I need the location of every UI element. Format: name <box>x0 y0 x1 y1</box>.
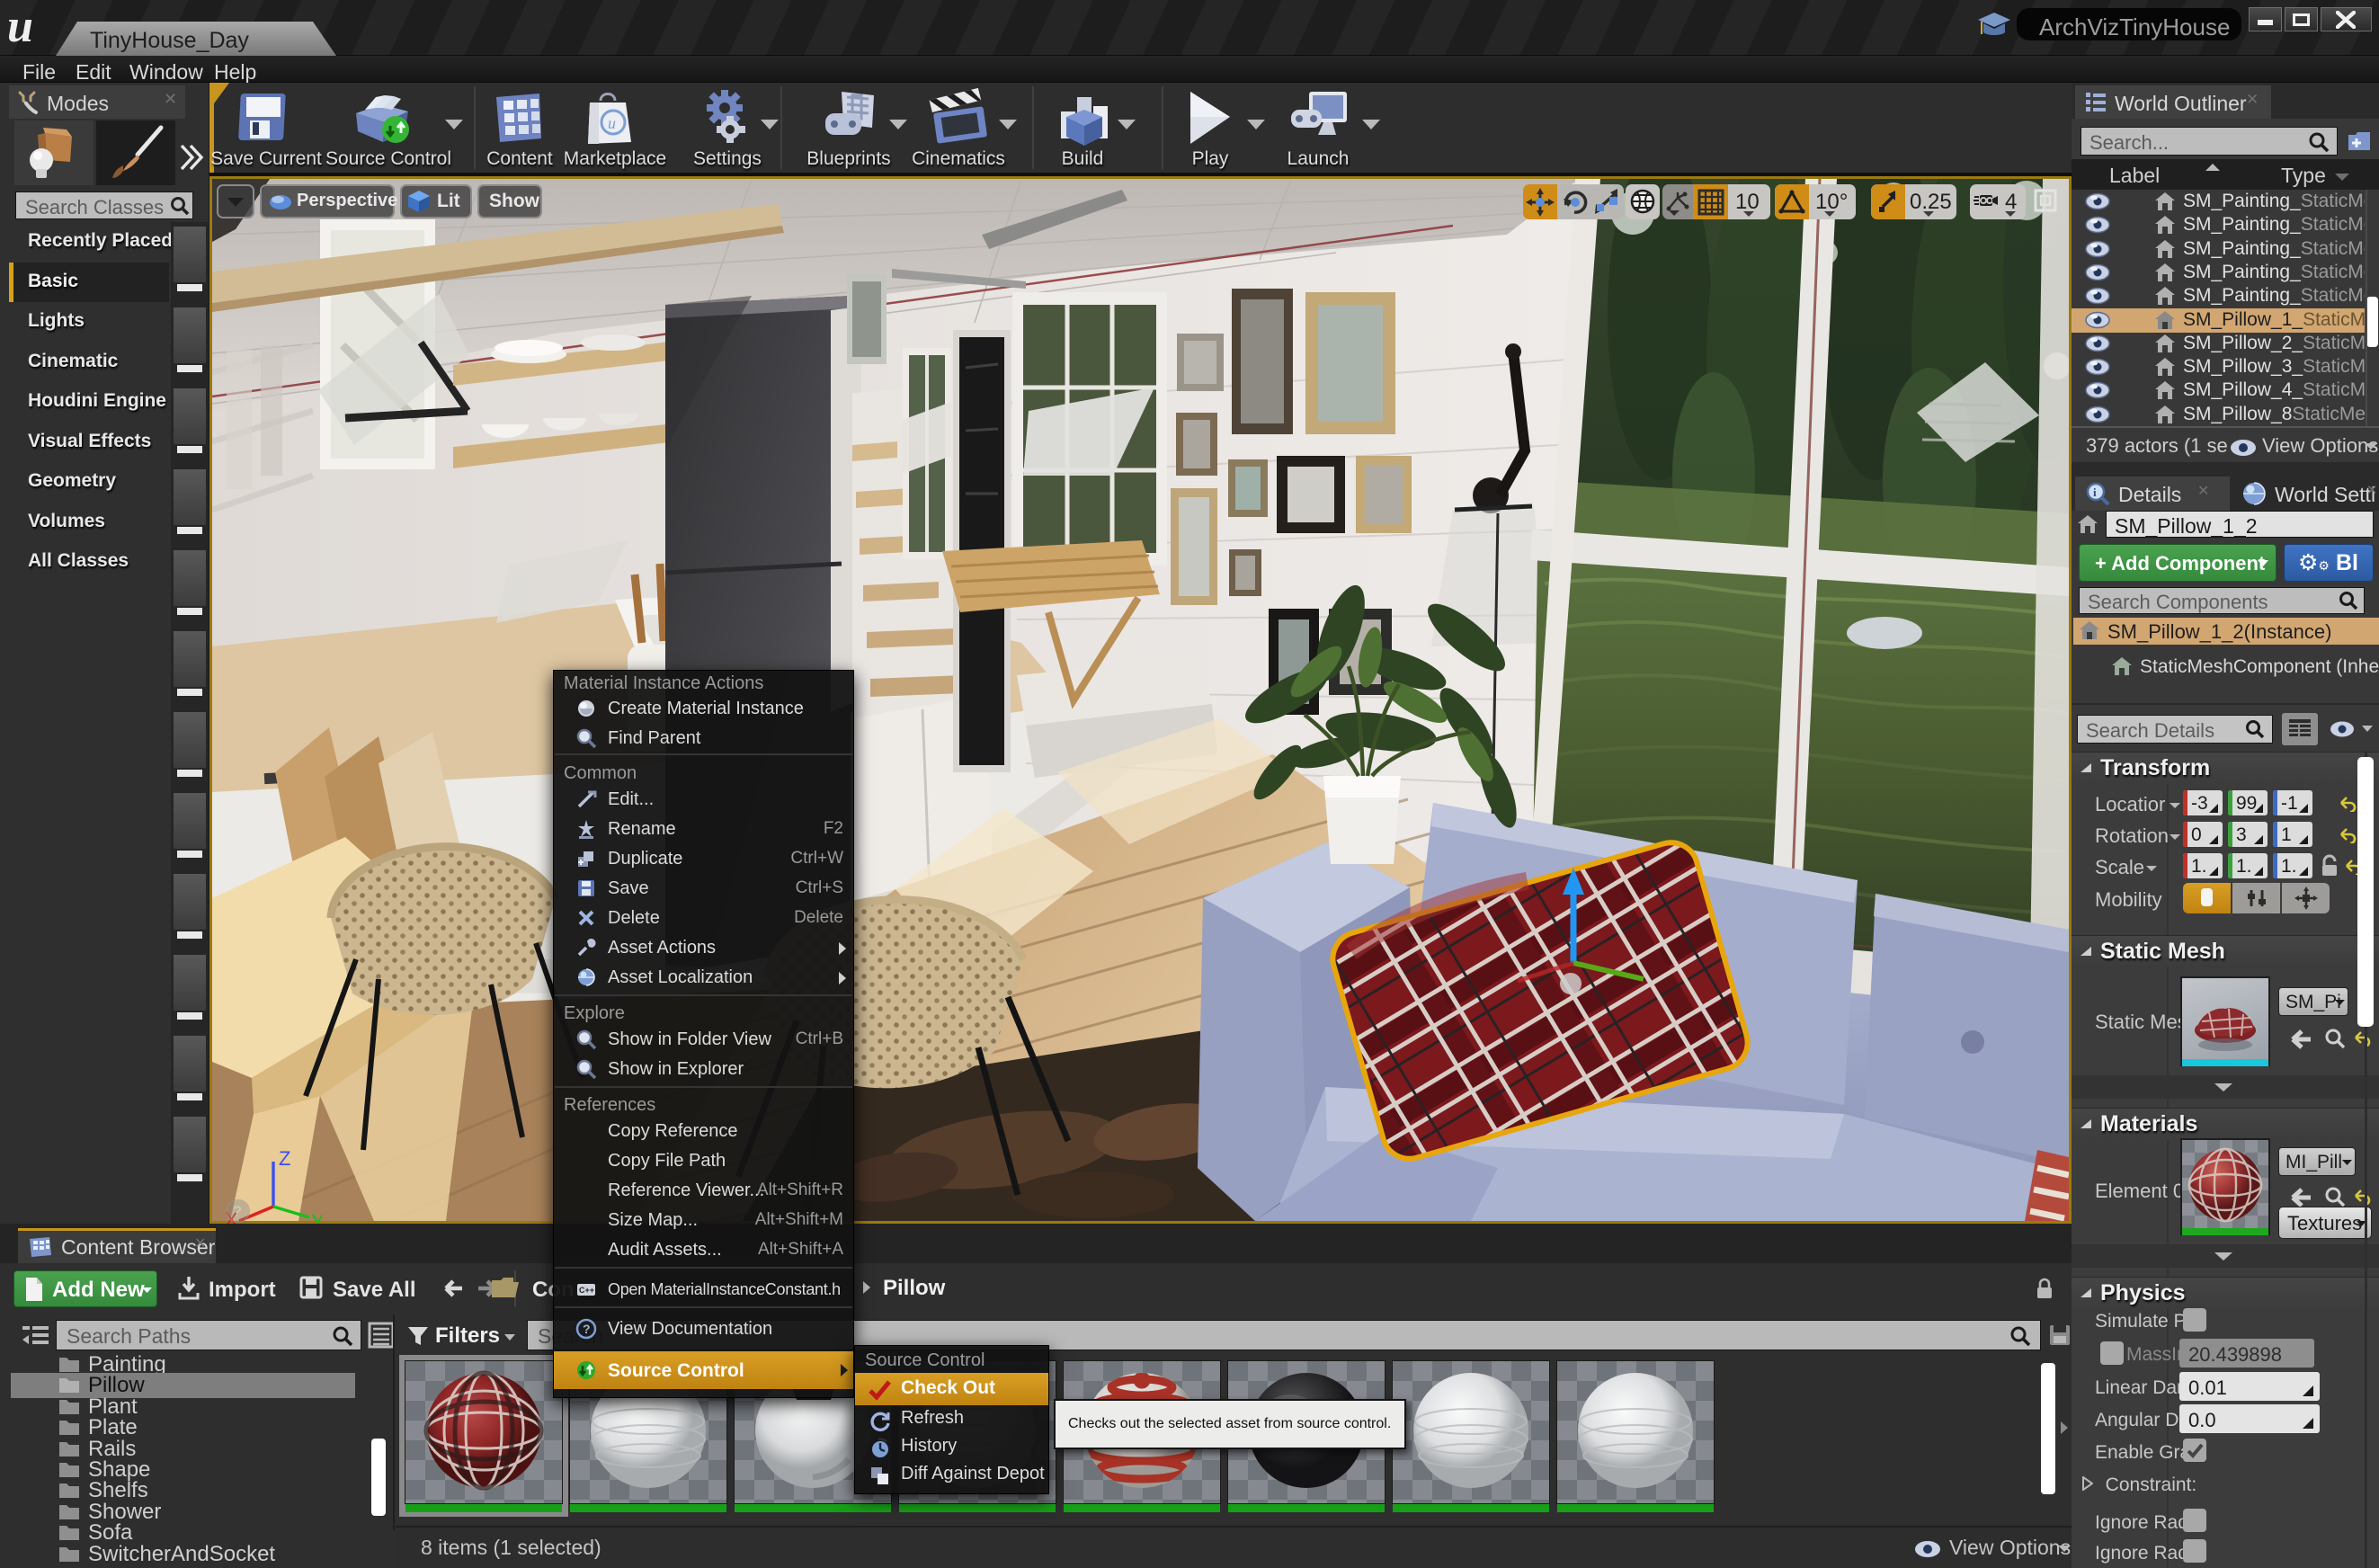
svg-text:Z: Z <box>279 1151 290 1170</box>
svg-text:?: ? <box>583 1322 591 1336</box>
svg-text:C++: C++ <box>579 1286 594 1295</box>
svg-text:u: u <box>608 114 616 132</box>
svg-text:i: i <box>2093 486 2097 499</box>
